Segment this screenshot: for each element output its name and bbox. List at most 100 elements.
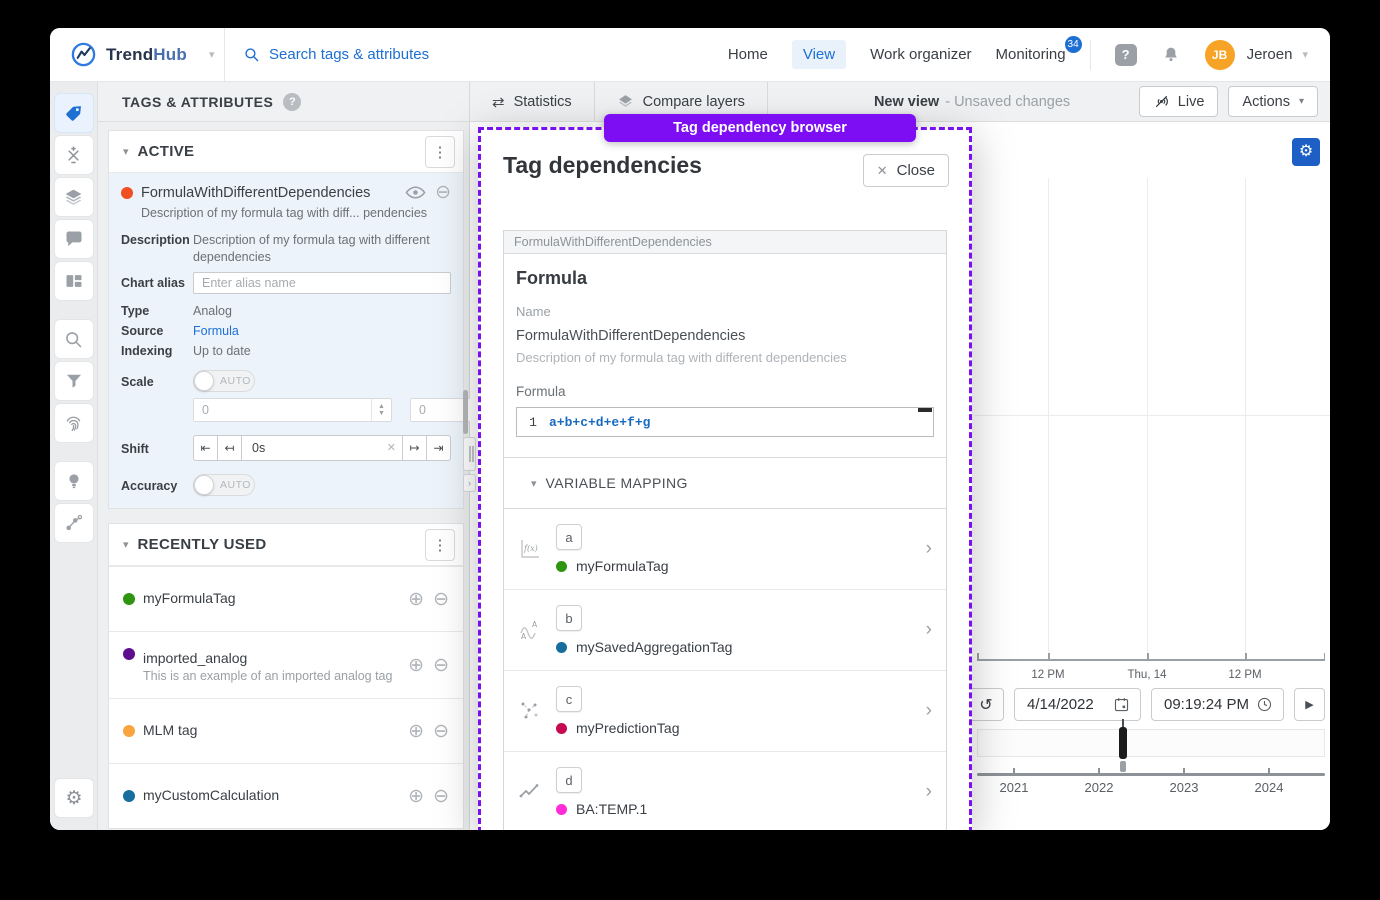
rail-layers-button[interactable] xyxy=(54,177,94,217)
remove-tag-icon[interactable]: ⊖ xyxy=(433,656,449,675)
shift-to-start-icon[interactable]: ⇤ xyxy=(193,435,218,461)
panel-help-icon[interactable]: ? xyxy=(283,93,301,111)
code-scrollbar[interactable] xyxy=(918,408,932,412)
variable-mapping-row[interactable]: AA b mySavedAggregationTag › xyxy=(504,590,946,671)
mapped-tag-name: myPredictionTag xyxy=(576,720,680,736)
scale-auto-toggle[interactable]: AUTO xyxy=(193,370,255,392)
collapse-chevron-icon[interactable]: ▾ xyxy=(123,145,129,158)
add-tag-icon[interactable]: ⊕ xyxy=(408,787,424,806)
shift-to-end-icon[interactable]: ⇥ xyxy=(426,435,451,461)
live-signal-off-icon xyxy=(1153,93,1170,110)
variable-mapping-row[interactable]: f(x) a myFormulaTag › xyxy=(504,509,946,590)
remove-tag-icon[interactable]: ⊖ xyxy=(433,722,449,741)
dashboard-layout-icon xyxy=(64,271,84,291)
timeline-scrubber[interactable] xyxy=(1119,727,1127,759)
panel-collapse-button[interactable]: › xyxy=(463,474,476,492)
user-menu-chevron-down-icon[interactable]: ▾ xyxy=(1302,48,1308,61)
panel-scrollbar[interactable] xyxy=(463,390,468,434)
rail-dependencies-button[interactable] xyxy=(54,503,94,543)
panel-content: ▾ ACTIVE ⋮ FormulaWithDifferentDependenc… xyxy=(98,122,469,830)
nav-item-monitoring[interactable]: Monitoring 34 xyxy=(996,46,1066,63)
chevron-right-icon[interactable]: › xyxy=(926,619,932,641)
close-button[interactable]: ✕ Close xyxy=(863,154,949,187)
gridline xyxy=(1147,178,1148,660)
add-tag-icon[interactable]: ⊕ xyxy=(408,722,424,741)
accuracy-auto-toggle[interactable]: AUTO xyxy=(193,474,255,496)
brand-chevron-down-icon[interactable]: ▾ xyxy=(209,48,215,61)
timeline-bar[interactable] xyxy=(977,729,1325,757)
notifications-bell-icon[interactable] xyxy=(1161,45,1181,65)
rail-settings-button[interactable]: ⚙ xyxy=(54,778,94,818)
recent-tag-row[interactable]: myCustomCalculation ⊕ ⊖ xyxy=(109,763,463,828)
recent-tag-subtitle: This is an example of an imported analog… xyxy=(123,669,392,683)
formula-code-editor[interactable]: 1 a+b+c+d+e+f+g xyxy=(516,407,934,437)
step-forward-button[interactable]: ▶ xyxy=(1294,688,1325,721)
actions-button[interactable]: Actions ▾ xyxy=(1228,86,1318,117)
statistics-arrows-icon: ⇄ xyxy=(492,93,505,111)
nav-item-home[interactable]: Home xyxy=(728,46,768,63)
live-button[interactable]: Live xyxy=(1139,86,1219,117)
formula-section: Formula Name FormulaWithDifferentDepende… xyxy=(504,254,946,457)
rail-tags-button[interactable] xyxy=(54,93,94,133)
chart-settings-button[interactable]: ⚙ xyxy=(1292,138,1320,166)
shift-back-icon[interactable]: ↤ xyxy=(217,435,242,461)
time-picker-field[interactable]: 09:19:24 PM xyxy=(1151,688,1284,721)
rail-comments-button[interactable] xyxy=(54,219,94,259)
description-value: Description of my formula tag with diffe… xyxy=(193,232,451,266)
visibility-eye-icon[interactable] xyxy=(405,186,426,199)
recently-used-menu-button[interactable]: ⋮ xyxy=(425,529,455,561)
history-button[interactable]: ↺ xyxy=(968,688,1004,721)
rail-layout-button[interactable] xyxy=(54,261,94,301)
brand-name: TrendHub xyxy=(106,45,187,65)
collapse-chevron-icon[interactable]: ▾ xyxy=(531,477,537,490)
help-icon[interactable]: ? xyxy=(1115,44,1137,66)
lightbulb-icon xyxy=(64,471,84,491)
remove-tag-icon[interactable]: ⊖ xyxy=(433,590,449,609)
date-picker-field[interactable]: 4/14/2022 xyxy=(1014,688,1141,721)
statistics-tab[interactable]: ⇄ Statistics xyxy=(470,82,595,121)
brand-logo[interactable]: TrendHub ▾ xyxy=(50,41,210,68)
add-tag-icon[interactable]: ⊕ xyxy=(408,656,424,675)
recent-tag-row[interactable]: myFormulaTag ⊕ ⊖ xyxy=(109,566,463,631)
panel-resize-handle[interactable] xyxy=(463,437,476,471)
nav-item-view[interactable]: View xyxy=(792,40,846,69)
chart-alias-input[interactable] xyxy=(193,272,451,294)
user-avatar[interactable]: JB xyxy=(1205,40,1235,70)
rail-filter-button[interactable] xyxy=(54,361,94,401)
timeline-scrubber-handle[interactable] xyxy=(1120,761,1126,772)
chevron-right-icon[interactable]: › xyxy=(926,700,932,722)
active-section-header: ▾ ACTIVE ⋮ xyxy=(109,131,463,173)
chevron-right-icon[interactable]: › xyxy=(926,781,932,803)
nav-item-work-organizer[interactable]: Work organizer xyxy=(870,46,971,63)
variable-mapping-row[interactable]: d BA:TEMP.1 › xyxy=(504,752,946,830)
recent-tag-row[interactable]: imported_analog This is an example of an… xyxy=(109,631,463,698)
shift-forward-icon[interactable]: ↦ xyxy=(402,435,427,461)
rail-search-button[interactable] xyxy=(54,319,94,359)
source-value-link[interactable]: Formula xyxy=(193,323,451,340)
remove-tag-icon[interactable]: ⊖ xyxy=(433,787,449,806)
variable-mapping-header[interactable]: ▾ VARIABLE MAPPING xyxy=(504,457,946,509)
trendhub-logo-icon xyxy=(70,41,97,68)
app-window: TrendHub ▾ Search tags & attributes Home… xyxy=(50,28,1330,830)
scale-min-input[interactable] xyxy=(194,399,371,421)
rail-insights-button[interactable] xyxy=(54,461,94,501)
tag-color-dot xyxy=(556,804,567,815)
rail-fingerprint-button[interactable] xyxy=(54,403,94,443)
recent-tag-row[interactable]: MLM tag ⊕ ⊖ xyxy=(109,698,463,763)
global-search[interactable]: Search tags & attributes xyxy=(243,46,429,63)
active-section-menu-button[interactable]: ⋮ xyxy=(425,136,455,168)
rail-calculations-button[interactable] xyxy=(54,135,94,175)
chevron-right-icon[interactable]: › xyxy=(926,538,932,560)
stepper-arrows-icon[interactable]: ▲▼ xyxy=(371,399,391,421)
code-line-number: 1 xyxy=(517,415,549,430)
tag-dependencies-modal: Tag dependencies ✕ Close FormulaWithDiff… xyxy=(478,127,972,830)
shift-value-input[interactable] xyxy=(241,435,403,461)
navbar-menu: Home View Work organizer Monitoring 34 ?… xyxy=(728,40,1330,70)
dependency-tag-header[interactable]: FormulaWithDifferentDependencies xyxy=(504,231,946,254)
add-tag-icon[interactable]: ⊕ xyxy=(408,590,424,609)
clear-shift-icon[interactable]: ✕ xyxy=(387,441,396,454)
variable-mapping-row[interactable]: c myPredictionTag › xyxy=(504,671,946,752)
remove-tag-icon[interactable]: ⊖ xyxy=(435,183,451,202)
collapse-chevron-icon[interactable]: ▾ xyxy=(123,538,129,551)
time-axis-label: Thu, 14 xyxy=(1128,669,1167,681)
